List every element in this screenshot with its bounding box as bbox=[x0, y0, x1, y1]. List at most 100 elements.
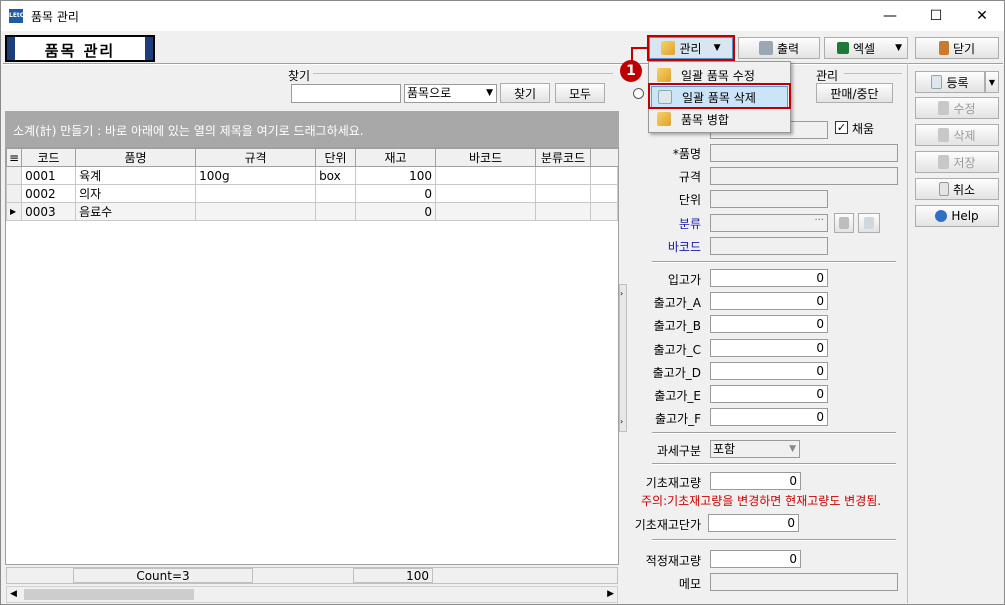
cell-name[interactable]: 육계 bbox=[75, 166, 197, 185]
category-clear-button[interactable] bbox=[834, 213, 854, 233]
adopt-checkbox[interactable]: ✓ bbox=[835, 121, 848, 134]
cancel-button[interactable]: 취소 bbox=[915, 178, 999, 200]
cell-stock[interactable]: 0 bbox=[355, 184, 437, 203]
close-window-button[interactable]: ✕ bbox=[959, 1, 1005, 31]
cell-barcode[interactable] bbox=[435, 166, 537, 185]
print-label: 출력 bbox=[776, 41, 800, 56]
column-header-filler bbox=[590, 148, 618, 167]
edit-label: 수정 bbox=[953, 101, 976, 116]
column-header[interactable]: 단위 bbox=[315, 148, 357, 167]
price-d-label: 출고가_D bbox=[652, 366, 701, 380]
scroll-right-icon[interactable]: ▶ bbox=[607, 589, 614, 599]
cell-unit[interactable]: box bbox=[315, 166, 357, 185]
cell-category[interactable] bbox=[535, 184, 592, 203]
register-dropdown-button[interactable]: ▼ bbox=[985, 71, 999, 93]
column-header[interactable]: 규격 bbox=[195, 148, 317, 167]
column-header[interactable]: 분류코드 bbox=[535, 148, 592, 167]
cell-barcode[interactable] bbox=[435, 184, 537, 203]
splitter-handle[interactable]: › › bbox=[619, 284, 627, 432]
column-header[interactable]: 바코드 bbox=[435, 148, 537, 167]
name-label: *품명 bbox=[672, 147, 701, 161]
clear-icon bbox=[839, 217, 849, 229]
category-label[interactable]: 분류 bbox=[641, 215, 701, 232]
cell-barcode[interactable] bbox=[435, 202, 537, 221]
sell-stop-button[interactable]: 판매/중단 bbox=[816, 83, 893, 103]
help-button[interactable]: Help bbox=[915, 205, 999, 227]
price-f-field[interactable]: 0 bbox=[710, 408, 828, 426]
cell-stock[interactable]: 0 bbox=[355, 202, 437, 221]
category-add-button[interactable] bbox=[858, 213, 880, 233]
title-bar: LEtC 품목 관리 — ☐ ✕ bbox=[1, 1, 1004, 31]
add-doc-icon bbox=[864, 217, 874, 229]
ellipsis-icon[interactable]: ··· bbox=[814, 215, 824, 226]
proper-qty-field[interactable]: 0 bbox=[710, 550, 801, 568]
row-selector[interactable] bbox=[5, 184, 23, 203]
current-row-indicator-icon[interactable]: ▶ bbox=[5, 202, 23, 221]
cell-stock[interactable]: 100 bbox=[355, 166, 437, 185]
search-mode-select[interactable]: 품목으로 ▼ bbox=[404, 84, 497, 103]
cell-name[interactable]: 의자 bbox=[75, 184, 197, 203]
scroll-thumb[interactable] bbox=[24, 589, 194, 600]
cell-category[interactable] bbox=[535, 166, 592, 185]
menu-item-merge[interactable]: 품목 병합 bbox=[651, 108, 788, 130]
delete-button[interactable]: 삭제 bbox=[915, 124, 999, 146]
search-group-label: 찾기 bbox=[288, 69, 311, 83]
cell-spec[interactable] bbox=[195, 202, 317, 221]
edit-button[interactable]: 수정 bbox=[915, 97, 999, 119]
toolbar-separator bbox=[3, 63, 1003, 65]
excel-button[interactable]: 엑셀 ▼ bbox=[824, 37, 908, 59]
cell-category[interactable] bbox=[535, 202, 592, 221]
group-by-panel[interactable]: 소계(計) 만들기 : 바로 아래에 있는 열의 제목을 여기로 드래그하세요. bbox=[5, 111, 619, 147]
cell-name[interactable]: 음료수 bbox=[75, 202, 197, 221]
grid-footer: Count=3 100 bbox=[6, 567, 618, 584]
base-qty-field[interactable]: 0 bbox=[710, 472, 801, 490]
cell-code[interactable]: 0001 bbox=[21, 166, 77, 185]
row-selector[interactable] bbox=[5, 166, 23, 185]
name-field[interactable] bbox=[710, 144, 898, 162]
column-header[interactable]: 재고 bbox=[355, 148, 437, 167]
column-header[interactable]: 품명 bbox=[75, 148, 197, 167]
tax-select[interactable]: 포함 ▼ bbox=[710, 440, 800, 458]
close-button[interactable]: 닫기 bbox=[915, 37, 999, 59]
cell-unit[interactable] bbox=[315, 184, 357, 203]
price-e-field[interactable]: 0 bbox=[710, 385, 828, 403]
print-button[interactable]: 출력 bbox=[738, 37, 820, 59]
save-button[interactable]: 저장 bbox=[915, 151, 999, 173]
column-header[interactable]: 코드 bbox=[21, 148, 77, 167]
unit-field[interactable] bbox=[710, 190, 828, 208]
scroll-left-icon[interactable]: ◀ bbox=[10, 589, 17, 599]
price-b-field[interactable]: 0 bbox=[710, 315, 828, 333]
maximize-button[interactable]: ☐ bbox=[913, 1, 959, 31]
spec-field[interactable] bbox=[710, 167, 898, 185]
horizontal-scrollbar[interactable]: ◀ ▶ bbox=[6, 586, 618, 603]
register-button[interactable]: 등록 bbox=[915, 71, 985, 93]
radio-option[interactable] bbox=[633, 88, 644, 99]
find-button[interactable]: 찾기 bbox=[500, 83, 550, 103]
price-c-field[interactable]: 0 bbox=[710, 339, 828, 357]
table-row[interactable]: 0002 의자 0 bbox=[5, 184, 619, 203]
category-field[interactable]: ··· bbox=[710, 214, 828, 232]
price-in-field[interactable]: 0 bbox=[710, 269, 828, 287]
barcode-field[interactable] bbox=[710, 237, 828, 255]
new-doc-icon bbox=[931, 75, 943, 89]
chevron-down-icon: ▼ bbox=[789, 444, 796, 454]
base-price-field[interactable]: 0 bbox=[708, 514, 799, 532]
table-row[interactable]: 0001 육계 100g box 100 bbox=[5, 166, 619, 185]
help-label: Help bbox=[951, 209, 979, 223]
price-a-field[interactable]: 0 bbox=[710, 292, 828, 310]
cell-code[interactable]: 0003 bbox=[21, 202, 77, 221]
search-input[interactable] bbox=[291, 84, 401, 103]
barcode-label[interactable]: 바코드 bbox=[641, 238, 701, 255]
minimize-button[interactable]: — bbox=[867, 1, 913, 31]
close-label: 닫기 bbox=[952, 41, 976, 56]
cell-unit[interactable] bbox=[315, 202, 357, 221]
cell-spec[interactable]: 100g bbox=[195, 166, 317, 185]
memo-field[interactable] bbox=[710, 573, 898, 591]
all-button[interactable]: 모두 bbox=[555, 83, 605, 103]
manage-group-line bbox=[844, 73, 902, 74]
table-row[interactable]: ▶ 0003 음료수 0 bbox=[5, 202, 619, 221]
side-divider bbox=[907, 63, 908, 603]
price-d-field[interactable]: 0 bbox=[710, 362, 828, 380]
cell-code[interactable]: 0002 bbox=[21, 184, 77, 203]
cell-spec[interactable] bbox=[195, 184, 317, 203]
